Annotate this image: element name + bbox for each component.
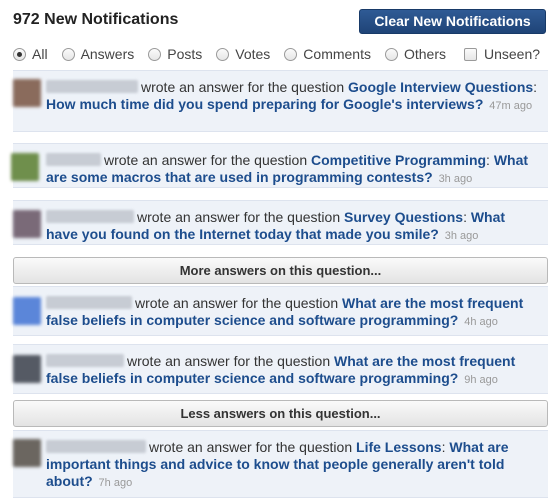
filter-others[interactable]: Others [384, 46, 446, 62]
topic-link[interactable]: Life Lessons [356, 439, 442, 455]
notification-action: wrote an answer for the question [137, 209, 345, 225]
author-name-blurred[interactable] [46, 296, 132, 309]
filter-label: Votes [235, 46, 271, 62]
author-name-blurred[interactable] [46, 153, 101, 166]
radio-icon[interactable] [61, 47, 75, 61]
topic-link[interactable]: Google Interview Questions [348, 79, 533, 95]
notification-action: wrote an answer for the question [141, 79, 349, 95]
avatar[interactable] [13, 210, 41, 238]
avatar[interactable] [13, 439, 41, 467]
unseen-label: Unseen? [484, 46, 541, 62]
author-name-blurred[interactable] [46, 80, 138, 93]
radio-icon[interactable] [148, 47, 162, 61]
filter-answers[interactable]: Answers [61, 46, 135, 62]
filter-label: Others [403, 46, 446, 62]
timestamp: 4h ago [464, 316, 498, 328]
topic-separator: : [533, 79, 538, 95]
timestamp: 47m ago [489, 100, 533, 112]
checkbox-icon[interactable] [464, 47, 477, 61]
timestamp: 7h ago [98, 477, 133, 489]
filter-all[interactable]: All [13, 46, 48, 62]
author-name-blurred[interactable] [46, 354, 124, 367]
notification-item[interactable]: wrote an answer for the question What ar… [13, 344, 548, 394]
notification-item[interactable]: wrote an answer for the question What ar… [13, 286, 548, 336]
more-answers-button[interactable]: More answers on this question... [13, 257, 548, 284]
filter-bar: All Answers Posts Votes Comments Others … [13, 44, 540, 64]
notification-item[interactable]: wrote an answer for the question Survey … [13, 200, 548, 245]
topic-link[interactable]: Survey Questions [344, 209, 463, 225]
filter-unseen[interactable]: Unseen? [464, 46, 540, 62]
avatar[interactable] [13, 79, 41, 107]
filter-label: Comments [303, 46, 371, 62]
radio-icon[interactable] [384, 47, 398, 61]
question-link[interactable]: How much time did you spend preparing fo… [46, 96, 483, 112]
filter-label: Posts [167, 46, 203, 62]
topic-separator: : [463, 209, 471, 225]
avatar[interactable] [13, 355, 41, 383]
notification-action: wrote an answer for the question [149, 439, 357, 455]
radio-icon[interactable] [216, 47, 230, 61]
clear-new-notifications-button[interactable]: Clear New Notifications [359, 9, 546, 34]
timestamp: 9h ago [464, 374, 498, 386]
notification-item[interactable]: wrote an answer for the question Life Le… [13, 430, 548, 498]
notification-action: wrote an answer for the question [104, 152, 312, 168]
filter-label: Answers [80, 46, 135, 62]
header: 972 New Notifications Clear New Notifica… [0, 0, 557, 42]
page-title: 972 New Notifications [13, 11, 179, 28]
timestamp: 3h ago [444, 230, 479, 242]
filter-votes[interactable]: Votes [216, 46, 270, 62]
radio-icon-checked[interactable] [13, 47, 26, 61]
filter-posts[interactable]: Posts [148, 46, 202, 62]
notification-item[interactable]: wrote an answer for the question Google … [13, 70, 548, 132]
avatar[interactable] [11, 153, 39, 181]
filter-label: All [32, 46, 48, 62]
filter-comments[interactable]: Comments [284, 46, 371, 62]
notification-item[interactable]: wrote an answer for the question Competi… [11, 143, 548, 188]
topic-link[interactable]: Competitive Programming [311, 152, 486, 168]
radio-icon[interactable] [284, 47, 298, 61]
timestamp: 3h ago [438, 173, 473, 185]
notification-action: wrote an answer for the question [127, 353, 335, 369]
author-name-blurred[interactable] [46, 210, 134, 223]
author-name-blurred[interactable] [46, 440, 146, 453]
notification-action: wrote an answer for the question [135, 295, 343, 311]
less-answers-button[interactable]: Less answers on this question... [13, 400, 548, 427]
topic-separator: : [486, 152, 494, 168]
avatar[interactable] [13, 297, 41, 325]
